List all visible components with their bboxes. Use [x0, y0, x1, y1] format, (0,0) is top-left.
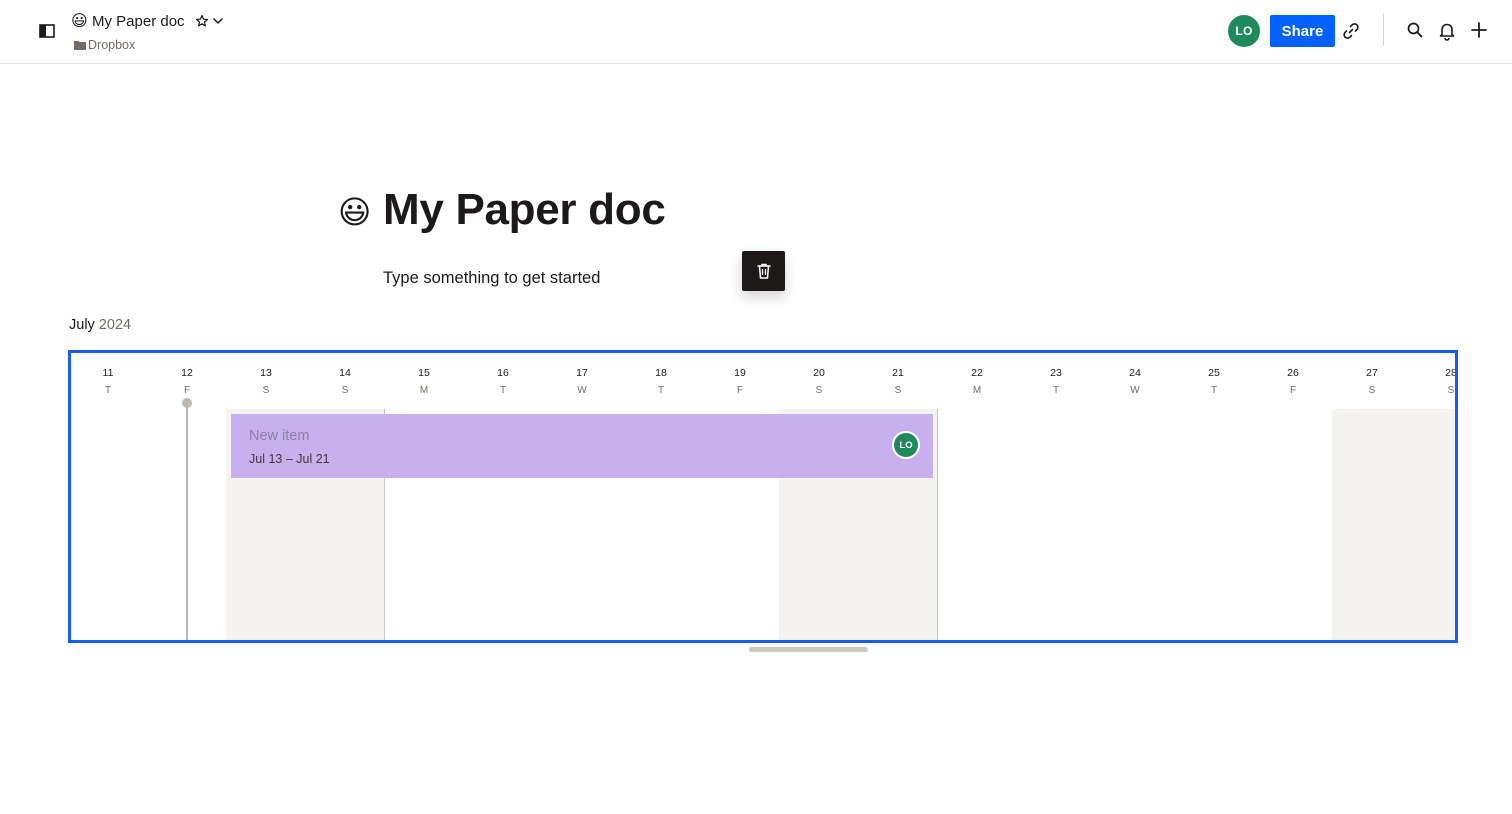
day-weekday: S	[341, 385, 349, 396]
day-column-header: 21 S	[859, 353, 938, 409]
doc-emoji-small: 😃	[71, 13, 88, 30]
day-column-header: 27 S	[1333, 353, 1412, 409]
day-column-header: 24 W	[1096, 353, 1175, 409]
day-number: 27	[1366, 367, 1378, 379]
day-weekday: S	[894, 385, 902, 396]
day-weekday: T	[499, 385, 507, 396]
day-column-header: 11 T	[71, 353, 148, 409]
day-weekday: M	[972, 385, 982, 396]
weekend-shade	[1332, 409, 1455, 640]
day-column-header: 26 F	[1254, 353, 1333, 409]
week-divider	[937, 409, 938, 640]
day-number: 25	[1208, 367, 1220, 379]
trash-icon	[756, 263, 771, 279]
day-number: 26	[1287, 367, 1299, 379]
day-column-header: 19 F	[701, 353, 780, 409]
day-weekday: T	[657, 385, 665, 396]
timeline-month-label: July 2024	[69, 316, 131, 334]
avatar[interactable]: LO	[1228, 15, 1260, 47]
horizontal-scrollbar[interactable]	[749, 647, 868, 652]
day-weekday: T	[1052, 385, 1060, 396]
breadcrumb-folder: Dropbox	[88, 38, 136, 52]
day-number: 22	[971, 367, 983, 379]
link-icon[interactable]	[1341, 21, 1361, 41]
sidebar-toggle-icon[interactable]	[38, 22, 56, 40]
day-column-header: 23 T	[1017, 353, 1096, 409]
timeline-item[interactable]: New item Jul 13 – Jul 21 LO	[231, 414, 933, 478]
day-weekday: S	[1447, 385, 1455, 396]
chevron-down-icon[interactable]	[211, 11, 225, 31]
day-number: 18	[655, 367, 667, 379]
day-weekday: F	[1289, 385, 1297, 396]
timeline-block[interactable]: 11 T 12 F 13 S 14 S 15 M 16 T 17 W 18 T 19 F 20 S 21 S 22 M 23 T 2…	[68, 350, 1458, 643]
day-column-header: 17 W	[543, 353, 622, 409]
star-icon[interactable]	[194, 11, 210, 31]
day-column-header: 16 T	[464, 353, 543, 409]
plus-icon[interactable]	[1470, 21, 1488, 39]
doc-title-header[interactable]: My Paper doc	[92, 12, 185, 32]
day-number: 14	[339, 367, 351, 379]
timeline-item-dates: Jul 13 – Jul 21	[249, 452, 330, 466]
day-weekday: M	[419, 385, 429, 396]
day-column-header: 22 M	[938, 353, 1017, 409]
today-marker	[182, 398, 192, 408]
day-weekday: S	[262, 385, 270, 396]
day-column-header: 14 S	[306, 353, 385, 409]
day-number: 20	[813, 367, 825, 379]
day-column-header: 20 S	[780, 353, 859, 409]
day-weekday: T	[104, 385, 112, 396]
delete-button[interactable]	[742, 251, 785, 291]
doc-emoji[interactable]: 😃	[338, 194, 371, 230]
day-number: 24	[1129, 367, 1141, 379]
day-number: 17	[576, 367, 588, 379]
day-number: 16	[497, 367, 509, 379]
day-number: 13	[260, 367, 272, 379]
bell-icon[interactable]	[1438, 21, 1456, 41]
day-weekday: S	[1368, 385, 1376, 396]
day-number: 23	[1050, 367, 1062, 379]
page-title[interactable]: My Paper doc	[383, 184, 666, 236]
day-weekday: F	[183, 385, 191, 396]
doc-body-placeholder[interactable]: Type something to get started	[383, 267, 600, 289]
day-weekday: S	[815, 385, 823, 396]
today-line	[186, 404, 188, 640]
month-name: July	[69, 317, 95, 333]
day-number: 12	[181, 367, 193, 379]
day-column-header: 25 T	[1175, 353, 1254, 409]
search-icon[interactable]	[1406, 21, 1424, 39]
header-divider	[1383, 14, 1384, 46]
day-number: 28	[1445, 367, 1457, 379]
day-weekday: F	[736, 385, 744, 396]
day-number: 11	[102, 367, 114, 379]
day-weekday: T	[1210, 385, 1218, 396]
top-bar: 😃 My Paper doc Dropbox LO Share	[0, 0, 1512, 64]
day-column-header: 18 T	[622, 353, 701, 409]
breadcrumb[interactable]: Dropbox	[74, 37, 135, 53]
day-number: 19	[734, 367, 746, 379]
timeline-item-avatar[interactable]: LO	[892, 431, 920, 459]
day-weekday: W	[577, 385, 587, 396]
day-column-header: 13 S	[227, 353, 306, 409]
day-column-header: 15 M	[385, 353, 464, 409]
day-weekday: W	[1130, 385, 1140, 396]
folder-icon	[74, 41, 86, 50]
day-column-header: 28 S	[1412, 353, 1457, 409]
day-number: 15	[418, 367, 430, 379]
month-year: 2024	[98, 317, 132, 333]
share-button[interactable]: Share	[1270, 15, 1335, 47]
day-number: 21	[892, 367, 904, 379]
timeline-item-title[interactable]: New item	[249, 427, 309, 445]
